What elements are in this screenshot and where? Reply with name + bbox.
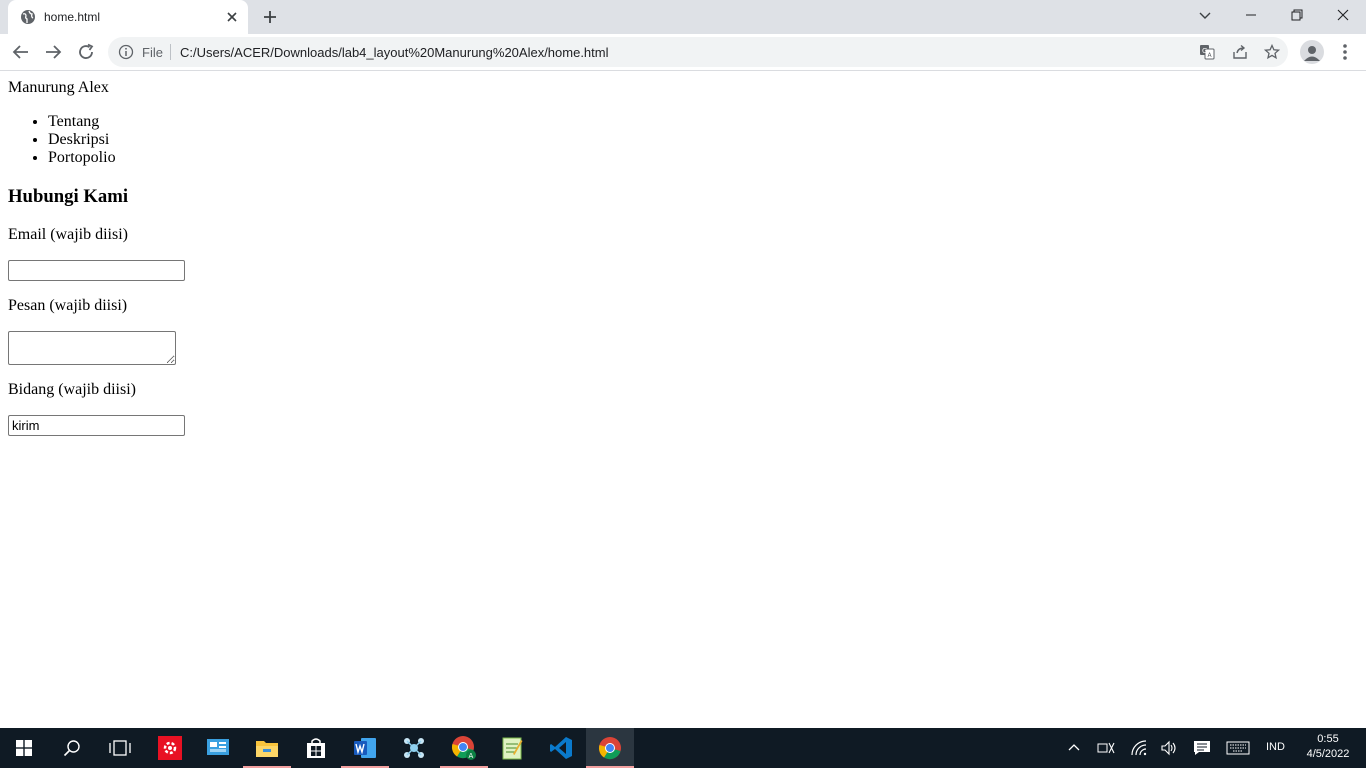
email-label: Email (wajib diisi)	[8, 226, 128, 243]
contact-heading: Hubungi Kami	[8, 186, 129, 207]
message-label: Pesan (wajib diisi)	[8, 297, 128, 314]
url-text[interactable]: C:/Users/ACER/Downloads/lab4_layout%20Ma…	[180, 45, 609, 60]
restore-button[interactable]	[1274, 0, 1320, 30]
reload-icon	[79, 43, 94, 59]
taskbar-control-panel[interactable]	[194, 728, 242, 768]
taskbar-notepad[interactable]	[488, 728, 536, 768]
settings-app-icon	[158, 736, 182, 760]
taskbar: A IND 0:55 4/5/2022	[0, 728, 1366, 768]
chrome-profile-icon: A	[451, 736, 476, 760]
volume-icon	[1161, 740, 1176, 756]
web-page: Manurung Alex Tentang Deskripsi Portopol…	[0, 72, 1366, 728]
nav-item-deskripsi: Deskripsi	[48, 131, 116, 149]
message-textarea[interactable]	[8, 331, 176, 365]
taskbar-vscode[interactable]	[537, 728, 585, 768]
taskbar-network-app[interactable]	[390, 728, 438, 768]
chevron-up-icon	[1068, 744, 1080, 751]
taskbar-search-button[interactable]	[48, 728, 96, 768]
tab-search-button[interactable]	[1182, 0, 1228, 30]
field-input[interactable]	[8, 415, 185, 436]
browser-toolbar: File C:/Users/ACER/Downloads/lab4_layout…	[0, 34, 1366, 71]
file-explorer-icon	[256, 741, 278, 757]
nav-list: Tentang Deskripsi Portopolio	[48, 113, 116, 167]
vscode-icon	[550, 737, 572, 759]
email-field[interactable]	[8, 260, 185, 281]
browser-tab[interactable]: home.html	[8, 0, 248, 34]
show-hidden-icons-button[interactable]	[1065, 739, 1083, 757]
taskbar-chrome-profile[interactable]: A	[440, 728, 488, 768]
kebab-menu-icon	[1343, 44, 1347, 60]
chevron-down-icon	[1199, 12, 1211, 19]
clock-time: 0:55	[1317, 733, 1339, 745]
keyboard-layout-icon	[1097, 742, 1115, 754]
touch-keyboard-button[interactable]	[1226, 739, 1250, 757]
restore-icon	[1291, 9, 1303, 21]
tab-strip: home.html	[0, 0, 1366, 34]
field-label: Bidang (wajib diisi)	[8, 381, 136, 398]
word-icon	[354, 738, 376, 758]
touch-keyboard-icon	[1226, 741, 1250, 755]
wifi-button[interactable]	[1130, 739, 1148, 757]
taskbar-chrome[interactable]	[586, 728, 634, 768]
chrome-icon	[598, 737, 621, 760]
taskbar-settings-app[interactable]	[146, 728, 194, 768]
search-icon	[63, 740, 80, 757]
store-icon	[307, 738, 325, 758]
close-window-button[interactable]	[1320, 0, 1366, 30]
network-app-icon	[404, 738, 424, 758]
wifi-icon	[1131, 740, 1147, 756]
site-name: Manurung Alex	[8, 79, 109, 96]
profile-icon	[1304, 46, 1320, 61]
taskbar-store[interactable]	[292, 728, 340, 768]
address-separator	[170, 44, 171, 60]
taskbar-word[interactable]	[341, 728, 389, 768]
star-icon[interactable]	[1264, 44, 1280, 60]
nav-item-portopolio: Portopolio	[48, 149, 116, 167]
info-icon[interactable]	[118, 44, 134, 60]
windows-start-icon	[16, 740, 32, 756]
control-panel-icon	[207, 739, 229, 755]
globe-icon	[21, 10, 35, 24]
tab-title: home.html	[44, 10, 101, 24]
input-method-button[interactable]	[1097, 739, 1115, 757]
volume-button[interactable]	[1160, 739, 1178, 757]
file-scheme-label: File	[142, 45, 163, 60]
task-view-icon	[109, 740, 131, 756]
back-arrow-icon	[12, 45, 28, 59]
notification-icon	[1194, 741, 1210, 755]
browser-menu-button[interactable]	[1335, 40, 1355, 64]
taskbar-file-explorer[interactable]	[243, 728, 291, 768]
clock[interactable]: 0:55 4/5/2022	[1304, 732, 1352, 762]
start-button[interactable]	[0, 728, 48, 768]
translate-icon[interactable]: G A	[1199, 44, 1215, 60]
notepad-icon	[502, 737, 523, 760]
language-indicator[interactable]: IND	[1266, 741, 1285, 753]
close-icon	[1337, 9, 1349, 21]
notification-button[interactable]	[1193, 739, 1211, 757]
forward-button[interactable]	[41, 40, 65, 64]
address-bar[interactable]: File C:/Users/ACER/Downloads/lab4_layout…	[108, 37, 1288, 67]
minimize-button[interactable]	[1228, 0, 1274, 30]
clock-date: 4/5/2022	[1306, 748, 1350, 760]
profile-button[interactable]	[1300, 40, 1324, 64]
svg-text:A: A	[469, 752, 474, 760]
reload-button[interactable]	[74, 40, 98, 64]
close-icon[interactable]	[224, 9, 240, 25]
forward-arrow-icon	[46, 45, 62, 59]
minimize-icon	[1246, 14, 1256, 16]
back-button[interactable]	[9, 40, 33, 64]
share-icon[interactable]	[1232, 44, 1248, 60]
nav-item-tentang: Tentang	[48, 113, 116, 131]
plus-icon[interactable]	[260, 7, 280, 27]
task-view-button[interactable]	[96, 728, 144, 768]
